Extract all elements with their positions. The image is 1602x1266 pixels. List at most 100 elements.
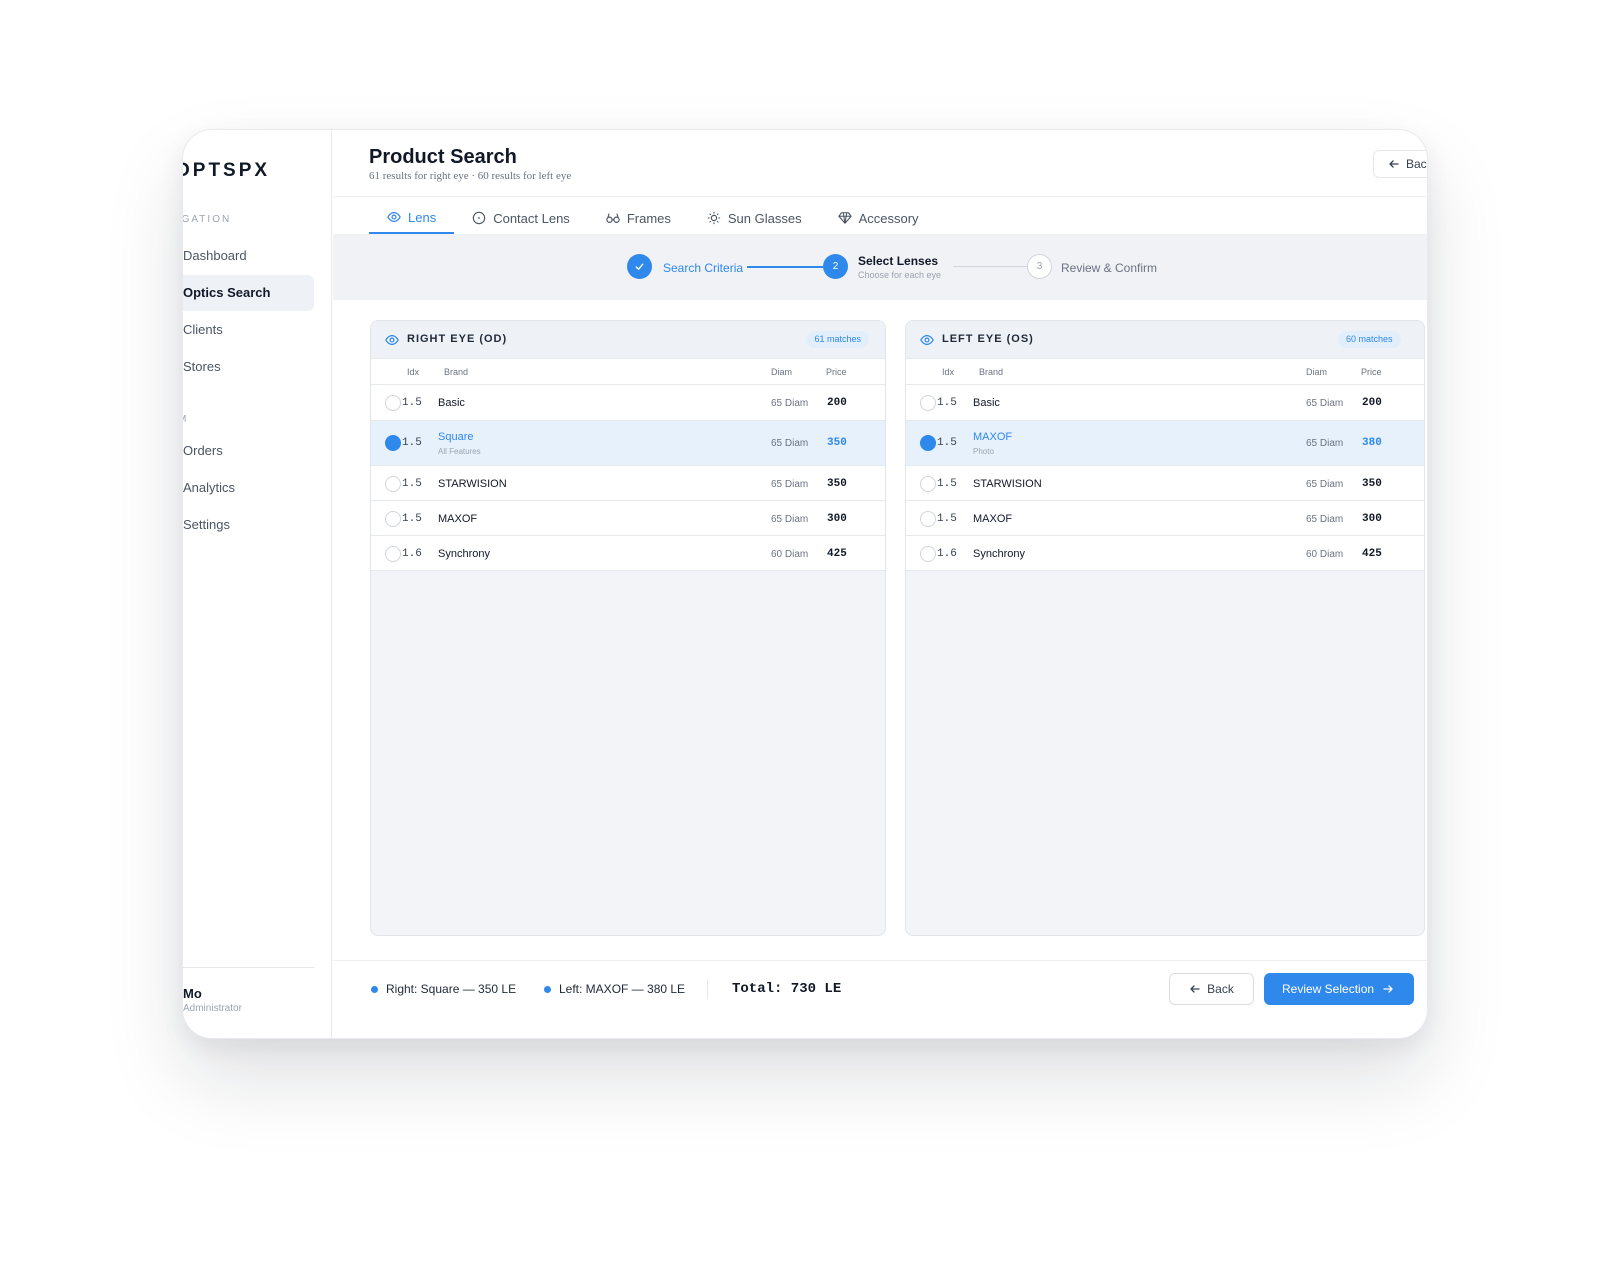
sun-icon (707, 211, 720, 225)
review-selection-button[interactable]: Review Selection (1264, 973, 1414, 1005)
tab-frames[interactable]: Frames (588, 202, 689, 234)
table-row-selected[interactable]: 1.5 Square All Features 65 Diam 350 (371, 421, 885, 466)
table-row[interactable]: 1.5 STARWISION 65 Diam 350 (371, 466, 885, 501)
right-selection-summary: Right: Square — 350 LE (371, 982, 516, 996)
column-diam: Diam (1306, 367, 1328, 377)
tab-accessory[interactable]: Accessory (820, 202, 937, 234)
sidebar-divider (183, 967, 314, 968)
row-radio[interactable] (385, 435, 401, 451)
row-idx: 1.5 (937, 513, 957, 525)
arrow-left-icon (1190, 985, 1200, 993)
status-dot (544, 985, 551, 993)
header-back-button[interactable]: Back (1373, 150, 1427, 178)
sidebar-item-clients[interactable]: Clients (183, 312, 314, 348)
row-diam: 60 Diam (1306, 549, 1344, 560)
tab-contact-lens[interactable]: Contact Lens (454, 202, 588, 234)
step-2-indicator[interactable]: 2 (823, 254, 848, 279)
step-1-label[interactable]: Search Criteria (663, 261, 743, 275)
row-radio[interactable] (920, 546, 936, 562)
sidebar-item-optics-search[interactable]: Optics Search (183, 275, 314, 311)
row-radio[interactable] (385, 546, 401, 562)
column-price: Price (826, 367, 847, 377)
row-price: 425 (827, 548, 847, 560)
row-diam: 65 Diam (771, 438, 809, 449)
row-brand: Basic (438, 397, 465, 409)
row-brand: MAXOF (973, 431, 1013, 443)
tab-frames-label: Frames (626, 210, 671, 226)
tab-lens[interactable]: Lens (369, 202, 455, 234)
row-idx: 1.5 (402, 513, 422, 525)
table-row[interactable]: 1.6 Synchrony 60 Diam 425 (371, 536, 885, 571)
back-button[interactable]: Back (1169, 973, 1254, 1005)
row-price: 300 (827, 513, 847, 525)
row-feature: All Features (438, 447, 481, 456)
table-row[interactable]: 1.5 Basic 65 Diam 200 (906, 385, 1424, 421)
selection-content: RIGHT EYE (OD) 61 matches Idx Brand Diam… (333, 300, 1427, 960)
main-area: Product Search 61 results for right eye … (333, 130, 1427, 1038)
row-brand: STARWISION (438, 478, 507, 490)
row-diam: 60 Diam (771, 549, 809, 560)
table-row-selected[interactable]: 1.5 MAXOF Photo 65 Diam 380 (906, 421, 1424, 466)
step-1-indicator[interactable] (627, 254, 652, 279)
left-eye-matches-badge: 60 matches (1338, 331, 1401, 348)
row-price: 200 (827, 397, 847, 409)
sidebar: OPTSPX NAVIGATION Dashboard Optics Searc… (183, 130, 332, 1038)
row-radio[interactable] (920, 476, 936, 492)
right-eye-panel: RIGHT EYE (OD) 61 matches Idx Brand Diam… (370, 320, 886, 936)
row-diam: 65 Diam (1306, 398, 1344, 409)
right-eye-column-headers: Idx Brand Diam Price (371, 359, 885, 385)
header-back-label: Back (1406, 157, 1427, 171)
row-radio[interactable] (385, 511, 401, 527)
table-row[interactable]: 1.5 MAXOF 65 Diam 300 (371, 501, 885, 536)
sidebar-item-stores[interactable]: Stores (183, 349, 314, 385)
total-price: Total: 730 LE (732, 981, 842, 997)
row-price: 350 (827, 478, 847, 490)
sidebar-item-settings[interactable]: Settings (183, 507, 314, 543)
row-brand: MAXOF (973, 513, 1013, 525)
user-name[interactable]: Mo (183, 986, 202, 1001)
circle-icon (472, 211, 486, 225)
table-row[interactable]: 1.5 MAXOF 65 Diam 300 (906, 501, 1424, 536)
arrow-right-icon (1383, 985, 1393, 993)
left-summary-text: Left: MAXOF — 380 LE (559, 982, 686, 996)
right-eye-matches-badge: 61 matches (806, 331, 869, 348)
row-idx: 1.5 (402, 437, 422, 449)
column-brand: Brand (979, 367, 1004, 377)
diamond-icon (837, 212, 852, 224)
status-dot (371, 985, 378, 993)
row-brand: MAXOF (438, 513, 478, 525)
row-radio[interactable] (385, 395, 401, 411)
row-radio[interactable] (385, 476, 401, 492)
table-row[interactable]: 1.5 STARWISION 65 Diam 350 (906, 466, 1424, 501)
page-subtitle: 61 results for right eye · 60 results fo… (369, 170, 572, 182)
sidebar-item-dashboard[interactable]: Dashboard (183, 238, 314, 274)
row-radio[interactable] (920, 435, 936, 451)
row-idx: 1.6 (937, 548, 957, 560)
tab-accessory-label: Accessory (858, 210, 919, 226)
row-idx: 1.5 (402, 478, 422, 490)
row-idx: 1.5 (937, 478, 957, 490)
row-diam: 65 Diam (1306, 514, 1344, 525)
row-price: 300 (1362, 513, 1382, 525)
row-idx: 1.5 (402, 397, 422, 409)
row-radio[interactable] (920, 395, 936, 411)
left-eye-title: LEFT EYE (OS) (942, 333, 1034, 345)
step-3-label: Review & Confirm (1061, 261, 1158, 275)
step-2-hint: Choose for each eye (858, 270, 942, 280)
table-row[interactable]: 1.5 Basic 65 Diam 200 (371, 385, 885, 421)
tab-sun-glasses-label: Sun Glasses (727, 210, 802, 226)
row-price: 350 (827, 437, 847, 449)
row-radio[interactable] (920, 511, 936, 527)
right-eye-panel-header: RIGHT EYE (OD) 61 matches (371, 321, 885, 359)
step-connector-1 (747, 266, 823, 268)
table-row[interactable]: 1.6 Synchrony 60 Diam 425 (906, 536, 1424, 571)
sidebar-section-label-2: M (183, 414, 186, 425)
row-idx: 1.5 (937, 437, 957, 449)
sidebar-item-analytics[interactable]: Analytics (183, 470, 314, 506)
row-diam: 65 Diam (771, 398, 809, 409)
row-diam: 65 Diam (1306, 479, 1344, 490)
right-eye-title: RIGHT EYE (OD) (407, 333, 508, 345)
user-role: Administrator (183, 1003, 242, 1014)
sidebar-item-orders[interactable]: Orders (183, 433, 314, 469)
tab-sun-glasses[interactable]: Sun Glasses (689, 202, 820, 234)
